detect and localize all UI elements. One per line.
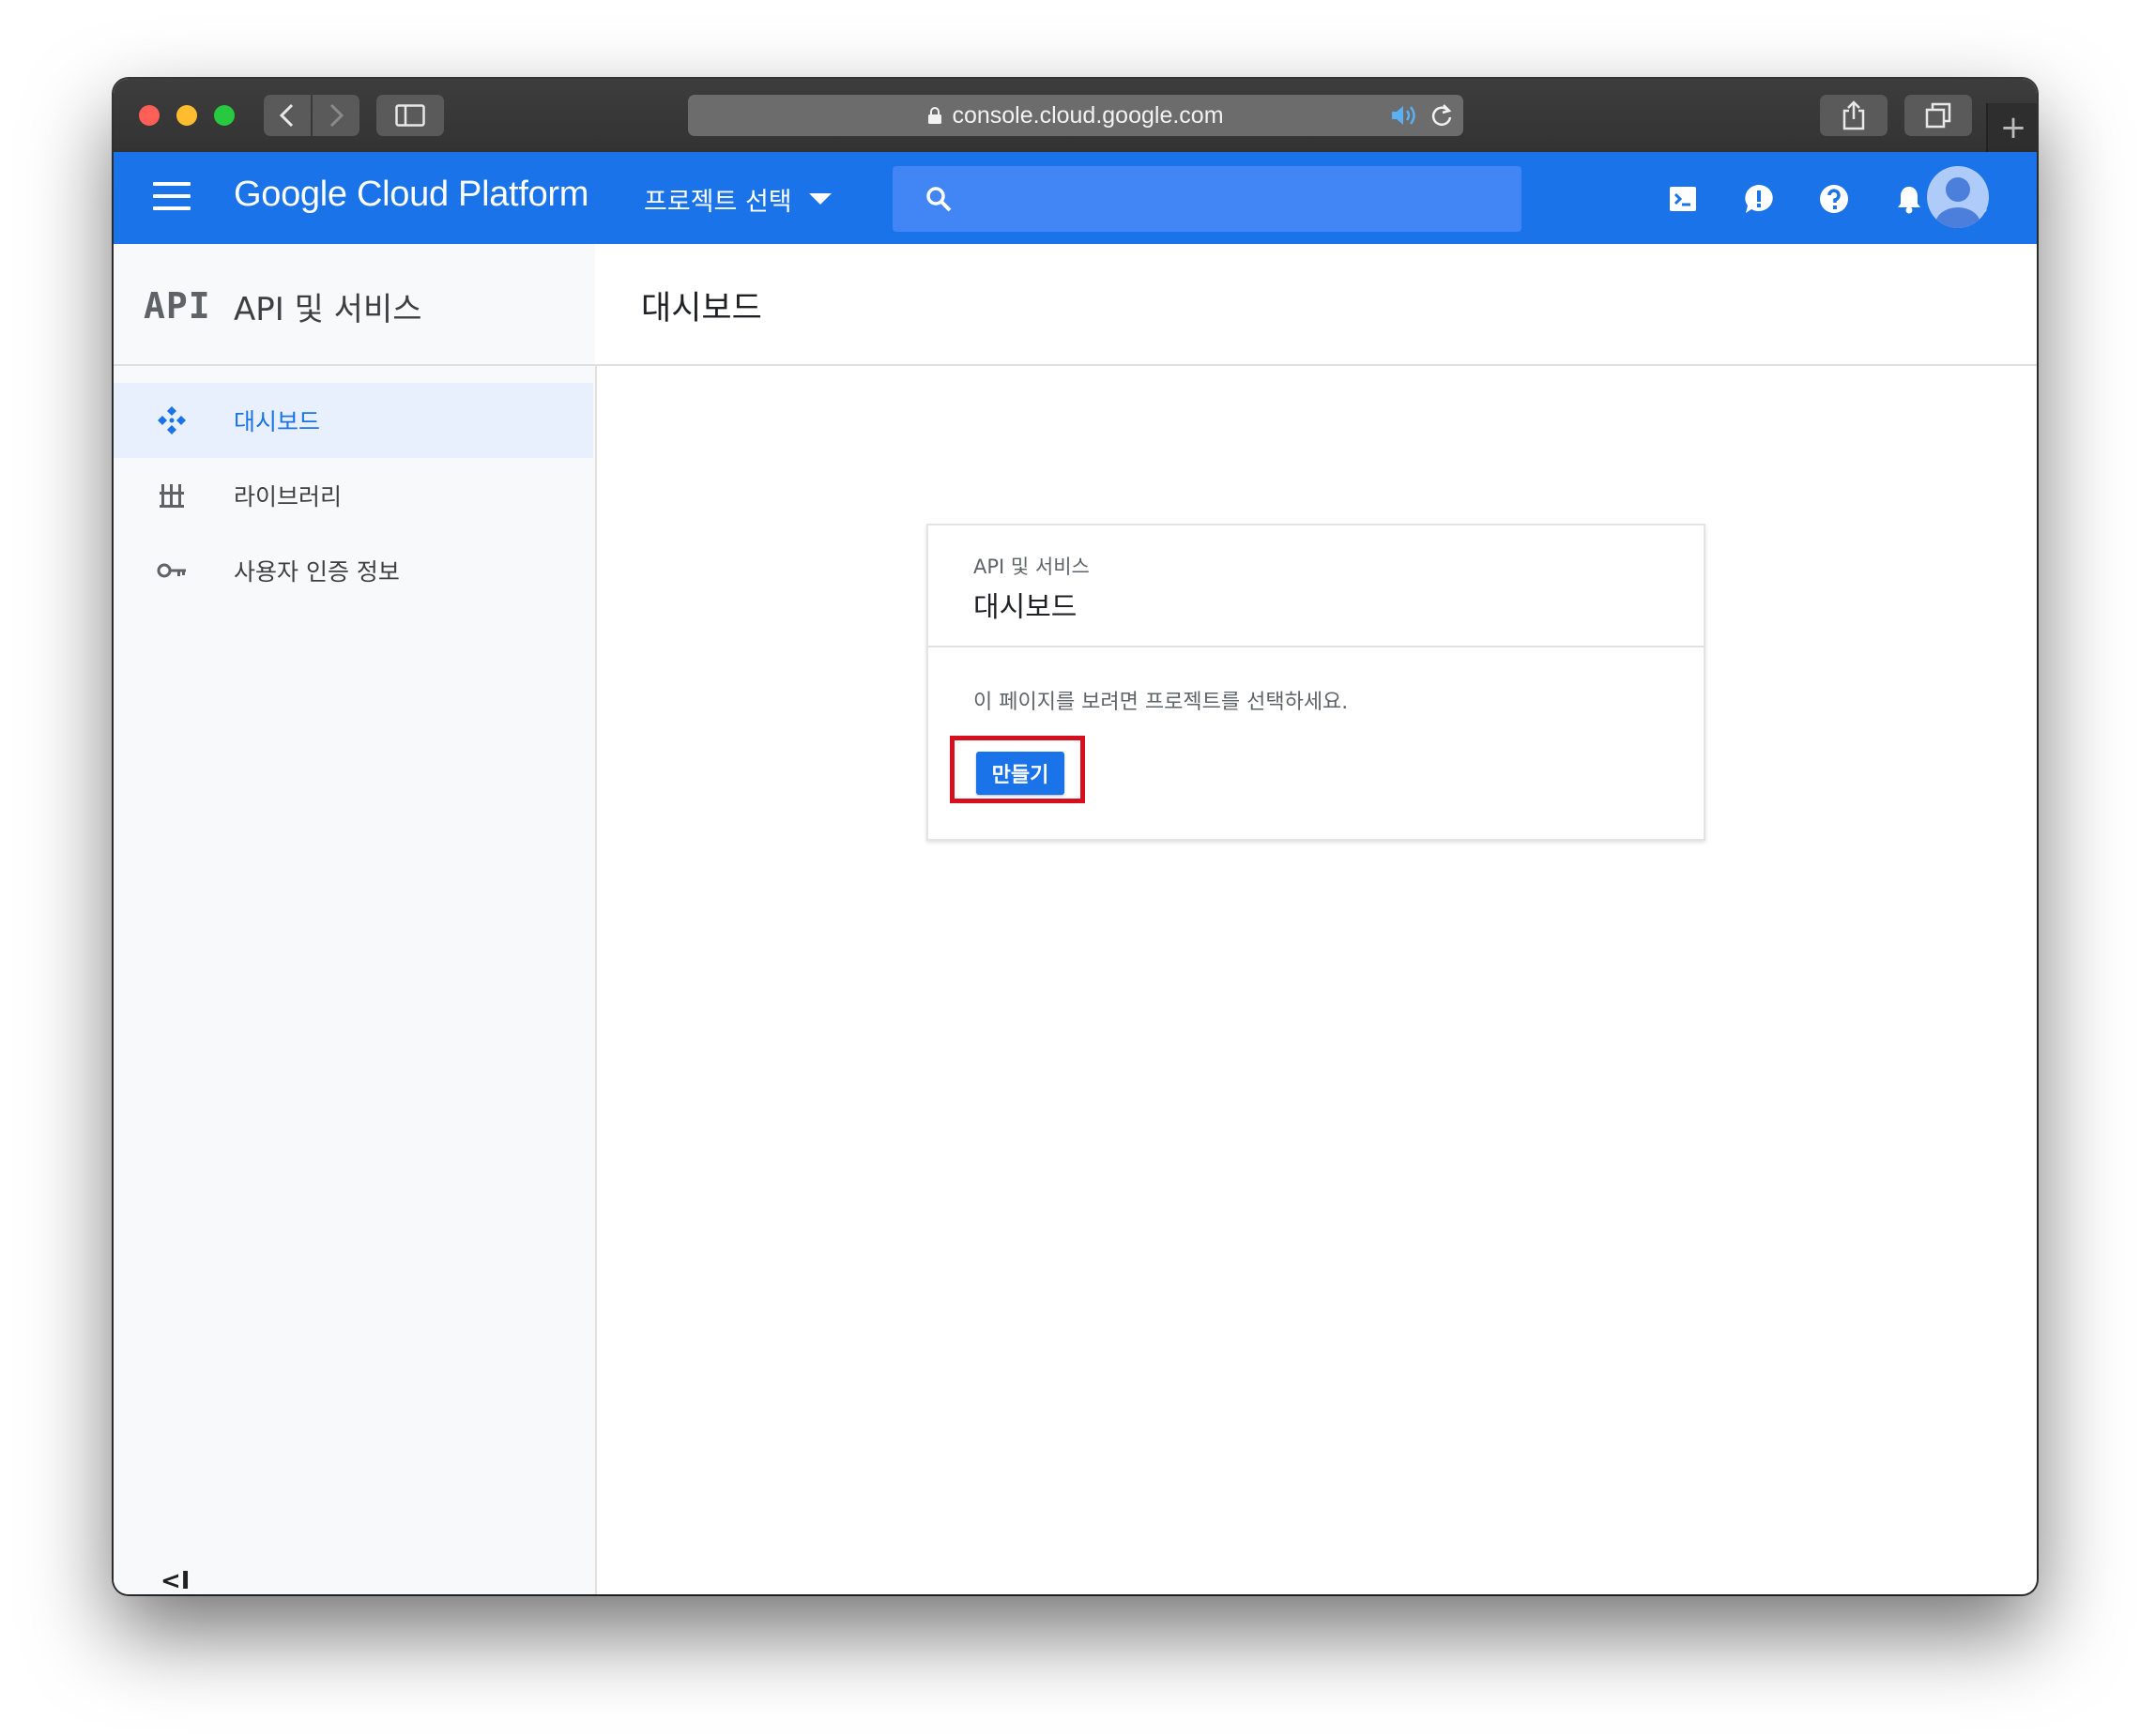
project-select-dropdown[interactable]: 프로젝트 선택 — [644, 180, 832, 218]
select-project-card: API 및 서비스 대시보드 이 페이지를 보려면 프로젝트를 선택하세요. 만… — [926, 524, 1705, 841]
sidebar-item-library[interactable]: 라이브러리 — [114, 458, 593, 533]
notifications-icon[interactable] — [1890, 180, 1928, 218]
sidebar-header: API API 및 서비스 — [114, 244, 595, 366]
api-logo: API — [144, 285, 211, 327]
sidebar-icon — [395, 104, 425, 127]
url-text: console.cloud.google.com — [952, 101, 1224, 129]
page-title: 대시보드 — [641, 290, 762, 327]
brand-title[interactable]: Google Cloud Platform — [234, 175, 588, 215]
address-bar[interactable]: console.cloud.google.com — [688, 95, 1463, 136]
sidebar-item-label: 대시보드 — [234, 408, 321, 435]
sidebar-item-label: 라이브러리 — [234, 483, 343, 510]
collapse-sidebar-button[interactable]: <I — [160, 1567, 190, 1594]
search-input[interactable] — [893, 166, 1521, 232]
cloud-shell-icon[interactable] — [1664, 180, 1702, 218]
share-icon — [1842, 100, 1865, 130]
close-window-button[interactable] — [139, 105, 160, 126]
menu-icon[interactable] — [153, 182, 191, 214]
gcp-header: Google Cloud Platform 프로젝트 선택 — [114, 152, 2037, 244]
back-button[interactable] — [264, 95, 311, 136]
tabs-icon — [1925, 102, 1951, 129]
left-navigation: API API 및 서비스 대시보드 라이브러리 사용자 인증 정보 <I — [114, 244, 597, 1594]
card-message: 이 페이지를 보려면 프로젝트를 선택하세요. — [973, 691, 1349, 714]
feedback-icon[interactable] — [1740, 180, 1778, 218]
key-icon — [155, 554, 189, 587]
highlight-box: 만들기 — [950, 736, 1085, 803]
reload-icon[interactable] — [1429, 103, 1454, 134]
browser-toolbar: console.cloud.google.com + — [114, 79, 2037, 154]
sidebar-item-label: 사용자 인증 정보 — [234, 558, 400, 586]
lock-icon — [927, 106, 942, 125]
avatar[interactable] — [1927, 166, 1989, 228]
library-icon — [155, 479, 189, 512]
chevron-down-icon — [808, 193, 832, 205]
card-title: 대시보드 — [973, 591, 1078, 624]
forward-button[interactable] — [313, 95, 359, 136]
project-select-label: 프로젝트 선택 — [644, 187, 792, 217]
new-tab-button[interactable]: + — [1986, 103, 2037, 152]
show-tabs-button[interactable] — [1904, 95, 1972, 136]
sidebar-item-dashboard[interactable]: 대시보드 — [114, 383, 593, 458]
search-icon — [925, 185, 953, 217]
create-button[interactable]: 만들기 — [976, 752, 1064, 795]
minimize-window-button[interactable] — [176, 105, 197, 126]
browser-window: console.cloud.google.com + Google Cloud … — [114, 79, 2037, 1594]
card-subtitle: API 및 서비스 — [973, 556, 1090, 578]
chevron-right-icon — [329, 103, 344, 128]
zoom-window-button[interactable] — [214, 105, 235, 126]
help-icon[interactable] — [1815, 180, 1853, 218]
chevron-left-icon — [279, 103, 294, 128]
dashboard-icon — [155, 404, 189, 437]
card-header: API 및 서비스 대시보드 — [928, 525, 1704, 647]
sidebar-toggle-button[interactable] — [376, 95, 444, 136]
speaker-icon[interactable] — [1390, 104, 1422, 133]
page-header: 대시보드 — [595, 244, 2037, 366]
sidebar-item-credentials[interactable]: 사용자 인증 정보 — [114, 533, 593, 608]
sidebar-title: API 및 서비스 — [234, 291, 422, 328]
share-button[interactable] — [1820, 95, 1888, 136]
